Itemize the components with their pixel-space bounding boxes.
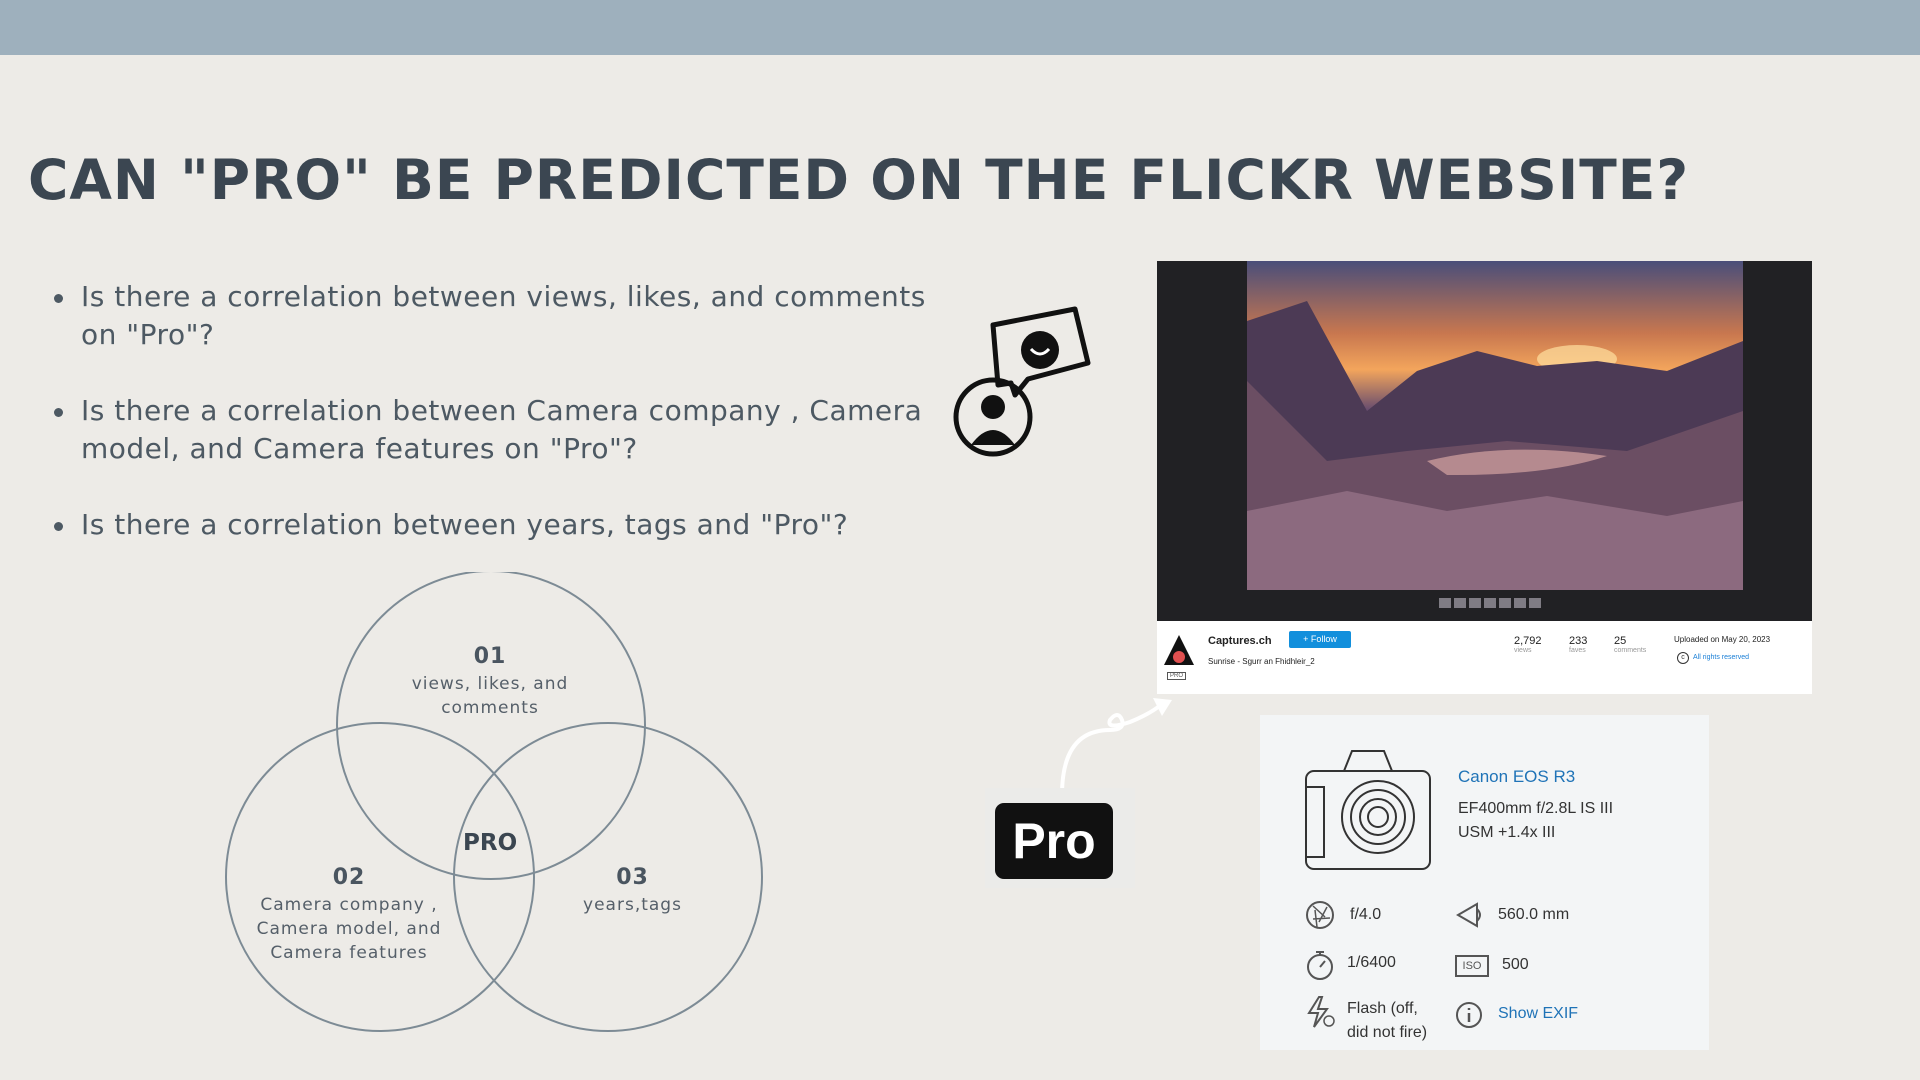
rights-text[interactable]: All rights reserved	[1693, 654, 1749, 661]
faves-stat: 233 faves	[1569, 635, 1587, 654]
camera-model-link[interactable]: Canon EOS R3	[1458, 767, 1575, 787]
thumbnail[interactable]	[1514, 598, 1526, 608]
iso-icon-label: ISO	[1462, 960, 1482, 972]
venn-label-2: 02 Camera company , Camera model, and Ca…	[254, 863, 444, 965]
aperture-icon	[1306, 901, 1334, 929]
mountain-silhouette	[1247, 301, 1743, 590]
thumbnail[interactable]	[1469, 598, 1481, 608]
shutter-speed-icon	[1307, 951, 1333, 980]
rights-info[interactable]: c All rights reserved	[1677, 652, 1749, 664]
flickr-screenshot: PRO Captures.ch + Follow Sunrise - Sgurr…	[1157, 261, 1812, 694]
faves-count: 233	[1569, 635, 1588, 647]
author-name-link[interactable]: Captures.ch	[1208, 635, 1272, 647]
top-banner	[0, 0, 1920, 55]
venn-caption: views, likes, and comments	[411, 674, 569, 718]
aperture-value: f/4.0	[1350, 906, 1382, 923]
question-list: Is there a correlation between views, li…	[50, 278, 950, 582]
venn-number: 01	[473, 644, 507, 669]
flash-off-icon	[1307, 996, 1335, 1028]
focal-length-icon	[1456, 902, 1481, 928]
thumbnail[interactable]	[1484, 598, 1496, 608]
iso-value: 500	[1502, 956, 1529, 973]
curved-arrow-icon	[1060, 698, 1172, 796]
question-item: Is there a correlation between years, ta…	[50, 506, 950, 544]
venn-caption: years,tags	[583, 895, 682, 915]
slide-title: CAN "PRO" BE PREDICTED ON THE FLICKR WEB…	[28, 148, 1690, 212]
question-text: Is there a correlation between Camera co…	[81, 394, 923, 465]
follow-button[interactable]: + Follow	[1289, 631, 1351, 648]
comments-label: comments	[1614, 647, 1647, 654]
flash-value: Flash (off, did not fire)	[1347, 1000, 1428, 1041]
question-item: Is there a correlation between views, li…	[50, 278, 950, 354]
user-chat-icon	[953, 306, 1091, 457]
faves-label: faves	[1569, 647, 1586, 654]
venn-center-label: PRO	[463, 830, 518, 856]
bullet-icon	[54, 408, 63, 417]
exif-card: Canon EOS R3 EF400mm f/2.8L IS III USM +…	[1260, 715, 1709, 1050]
shutter-speed-value: 1/6400	[1347, 954, 1396, 971]
views-label: views	[1514, 647, 1532, 654]
comments-stat: 25 comments	[1614, 635, 1646, 654]
focal-length-value: 560.0 mm	[1498, 906, 1570, 923]
pro-badge-image: Pro	[985, 788, 1135, 888]
thumbnail[interactable]	[1529, 598, 1541, 608]
landscape-photo	[1247, 261, 1743, 590]
copyright-icon: c	[1677, 652, 1689, 664]
thumbnail[interactable]	[1439, 598, 1451, 608]
venn-number: 02	[332, 865, 366, 890]
author-avatar-icon[interactable]	[1162, 633, 1196, 667]
views-count: 2,792	[1514, 635, 1542, 647]
comments-count: 25	[1614, 635, 1627, 647]
question-text: Is there a correlation between views, li…	[81, 280, 926, 351]
bullet-icon	[54, 522, 63, 531]
venn-caption: Camera company , Camera model, and Camer…	[256, 895, 442, 963]
show-exif-link[interactable]: Show EXIF	[1498, 1002, 1578, 1026]
pro-mini-badge: PRO	[1167, 672, 1187, 680]
thumbnail[interactable]	[1454, 598, 1466, 608]
views-stat: 2,792 views	[1514, 635, 1542, 654]
lens-info: EF400mm f/2.8L IS III USM +1.4x III	[1458, 800, 1614, 841]
photo-title: Sunrise - Sgurr an Fhidhleir_2	[1208, 657, 1315, 666]
bullet-icon	[54, 294, 63, 303]
venn-number: 03	[616, 865, 649, 890]
thumbnail-strip[interactable]	[1439, 598, 1541, 608]
question-text: Is there a correlation between years, ta…	[81, 508, 849, 541]
camera-icon	[1305, 750, 1431, 870]
pro-badge-word: Pro	[1012, 813, 1096, 869]
iso-icon: ISO	[1455, 955, 1489, 977]
upload-date: Uploaded on May 20, 2023	[1674, 635, 1771, 644]
thumbnail[interactable]	[1499, 598, 1511, 608]
photo-meta: PRO Captures.ch + Follow Sunrise - Sgurr…	[1157, 621, 1812, 694]
pro-badge-plate: Pro	[995, 803, 1113, 879]
venn-label-3: 03 years,tags	[570, 863, 695, 917]
question-item: Is there a correlation between Camera co…	[50, 392, 950, 468]
photo-viewer	[1157, 261, 1812, 621]
venn-label-1: 01 views, likes, and comments	[405, 642, 575, 720]
info-icon[interactable]	[1455, 1001, 1483, 1029]
